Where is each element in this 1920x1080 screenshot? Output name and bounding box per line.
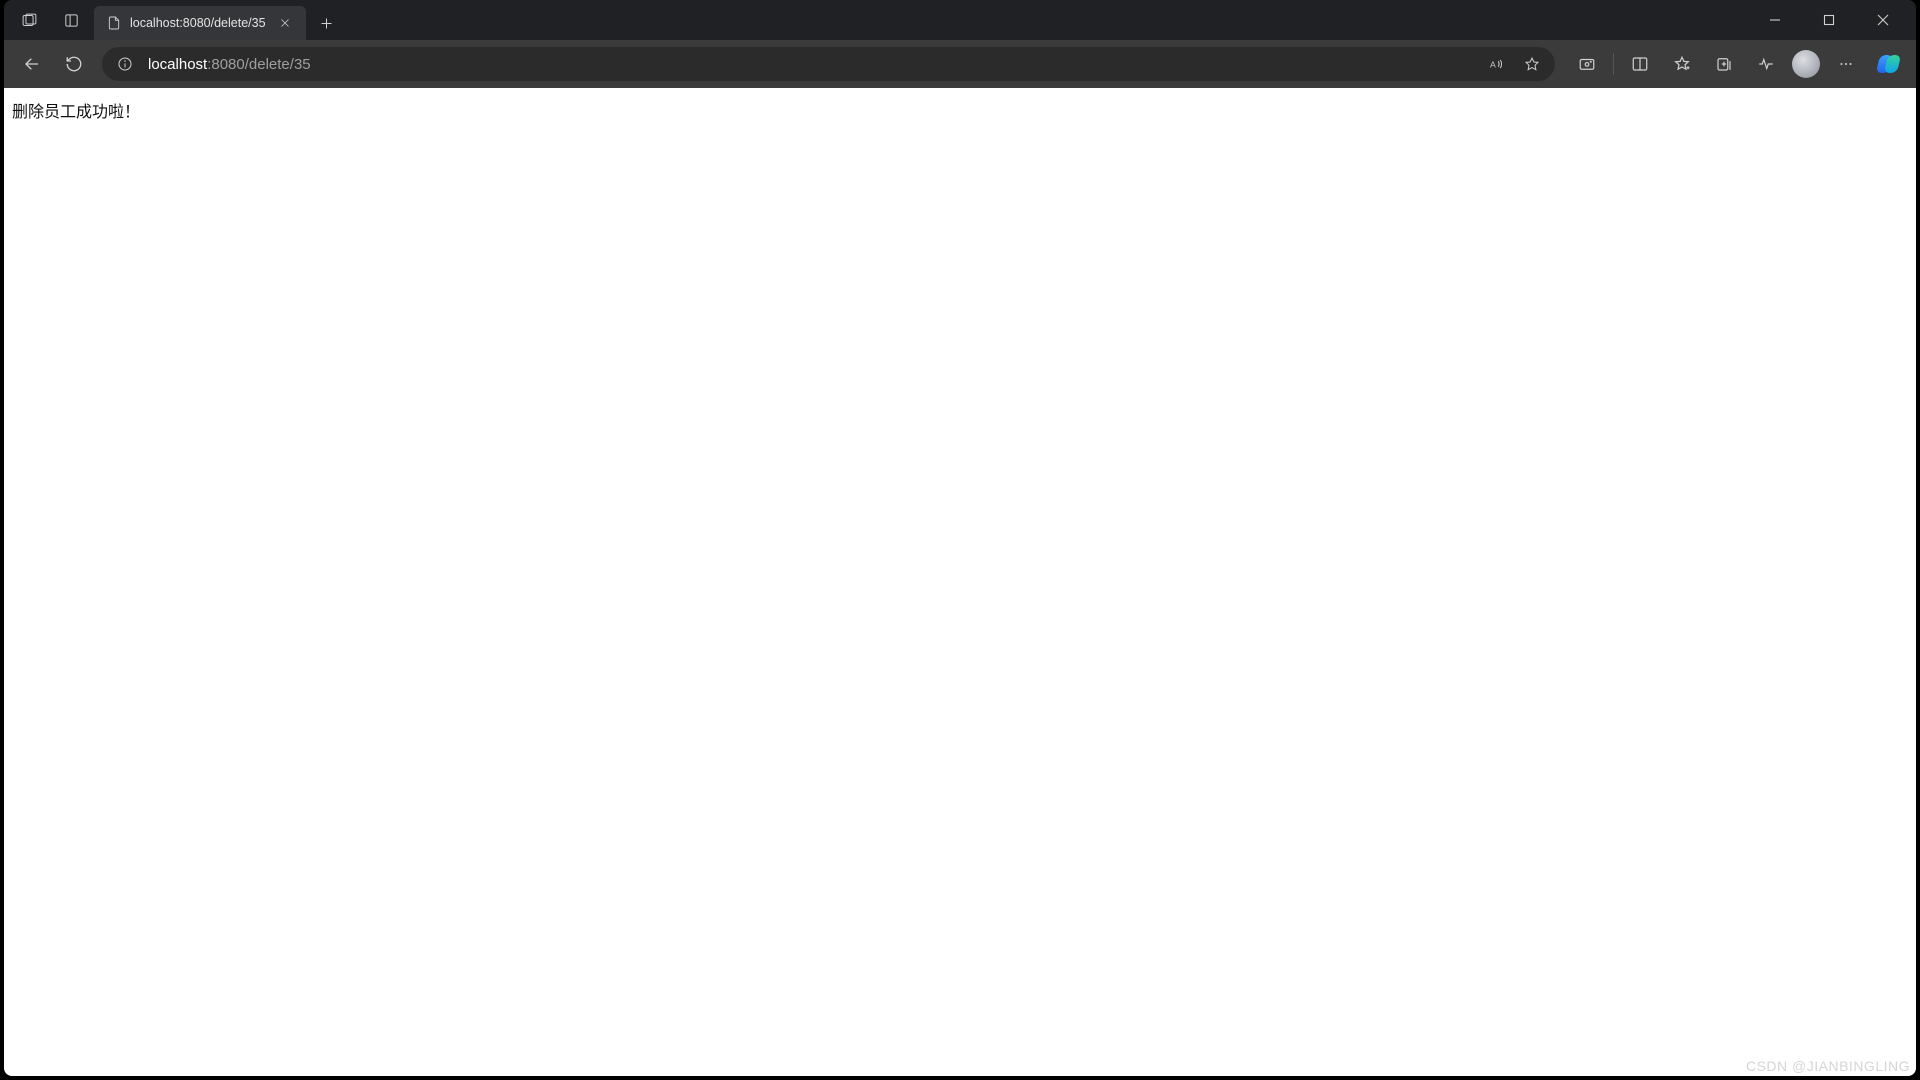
address-bar[interactable]: localhost:8080/delete/35 A bbox=[102, 47, 1555, 81]
tab-title: localhost:8080/delete/35 bbox=[130, 16, 266, 30]
url-text: localhost:8080/delete/35 bbox=[148, 56, 1473, 73]
new-tab-button[interactable] bbox=[310, 6, 344, 40]
titlebar: localhost:8080/delete/35 bbox=[4, 0, 1916, 40]
watermark: CSDN @JIANBINGLING bbox=[1746, 1058, 1910, 1074]
close-window-button[interactable] bbox=[1856, 0, 1910, 40]
site-info-icon[interactable] bbox=[112, 51, 138, 77]
toolbar: localhost:8080/delete/35 A bbox=[4, 40, 1916, 88]
tab-actions-button[interactable] bbox=[10, 1, 48, 39]
screenshot-icon[interactable] bbox=[1567, 44, 1607, 84]
page-body: 删除员工成功啦！ bbox=[4, 88, 1916, 132]
browser-window: localhost:8080/delete/35 bbox=[4, 0, 1916, 1076]
url-path: :8080/delete/35 bbox=[207, 56, 310, 73]
page-viewport[interactable]: 删除员工成功啦！ bbox=[4, 88, 1916, 1076]
toolbar-right bbox=[1563, 44, 1908, 84]
read-aloud-icon[interactable]: A bbox=[1483, 51, 1509, 77]
performance-icon[interactable] bbox=[1746, 44, 1786, 84]
favorites-icon[interactable] bbox=[1662, 44, 1702, 84]
svg-text:A: A bbox=[1490, 59, 1496, 69]
workspaces-button[interactable] bbox=[52, 1, 90, 39]
page-icon bbox=[106, 15, 122, 31]
copilot-icon bbox=[1877, 53, 1899, 75]
profile-avatar[interactable] bbox=[1792, 50, 1820, 78]
split-screen-icon[interactable] bbox=[1620, 44, 1660, 84]
back-button[interactable] bbox=[12, 44, 52, 84]
toolbar-divider bbox=[1613, 53, 1614, 75]
refresh-button[interactable] bbox=[54, 44, 94, 84]
maximize-button[interactable] bbox=[1802, 0, 1856, 40]
success-message: 删除员工成功啦！ bbox=[12, 104, 140, 121]
copilot-button[interactable] bbox=[1868, 44, 1908, 84]
url-host: localhost bbox=[148, 56, 207, 73]
favorite-star-icon[interactable] bbox=[1519, 51, 1545, 77]
collections-icon[interactable] bbox=[1704, 44, 1744, 84]
minimize-button[interactable] bbox=[1748, 0, 1802, 40]
more-menu-button[interactable] bbox=[1826, 44, 1866, 84]
window-controls bbox=[1748, 0, 1910, 40]
active-tab[interactable]: localhost:8080/delete/35 bbox=[94, 6, 306, 40]
tab-close-button[interactable] bbox=[274, 12, 296, 34]
